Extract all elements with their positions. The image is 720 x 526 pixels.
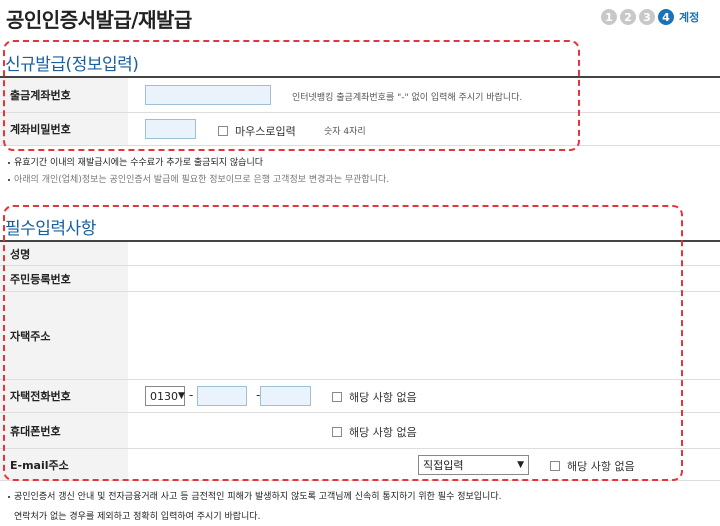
bullet-icon	[8, 178, 10, 181]
step-3: 3	[639, 9, 655, 25]
step-2: 2	[620, 9, 636, 25]
note-accurate-input-text: 연락처가 없는 경우를 제외하고 정확히 입력하여 주시기 바랍니다.	[14, 512, 261, 522]
page-title: 공인인증서발급/재발급	[6, 8, 192, 32]
note-required-info: 공인인증서 갱신 안내 및 전자금융거래 사고 등 금전적인 피해가 발생하지 …	[8, 489, 501, 502]
highlight-box-new-issuance	[3, 40, 580, 151]
note-personal-info: 아래의 개인(업체)정보는 공인인증서 발급에 필요한 정보이므로 은행 고객정…	[8, 172, 389, 185]
highlight-box-required	[3, 205, 683, 481]
note-accurate-input: 연락처가 없는 경우를 제외하고 정확히 입력하여 주시기 바랍니다.	[8, 509, 260, 522]
note-required-info-text: 공인인증서 갱신 안내 및 전자금융거래 사고 등 금전적인 피해가 발생하지 …	[14, 492, 502, 502]
note-reissue-fee: 유효기간 이내의 재발급시에는 수수료가 추가로 출금되지 않습니다	[8, 155, 263, 168]
note-reissue-fee-text: 유효기간 이내의 재발급시에는 수수료가 추가로 출금되지 않습니다	[14, 158, 264, 168]
step-4: 4	[658, 9, 674, 25]
bullet-icon	[8, 495, 10, 498]
note-personal-info-text: 아래의 개인(업체)정보는 공인인증서 발급에 필요한 정보이므로 은행 고객정…	[14, 175, 390, 185]
active-step-label: 계정	[679, 11, 700, 24]
bullet-icon	[8, 161, 10, 164]
step-1: 1	[601, 9, 617, 25]
step-indicator: 1 2 3 4 계정	[601, 9, 699, 25]
